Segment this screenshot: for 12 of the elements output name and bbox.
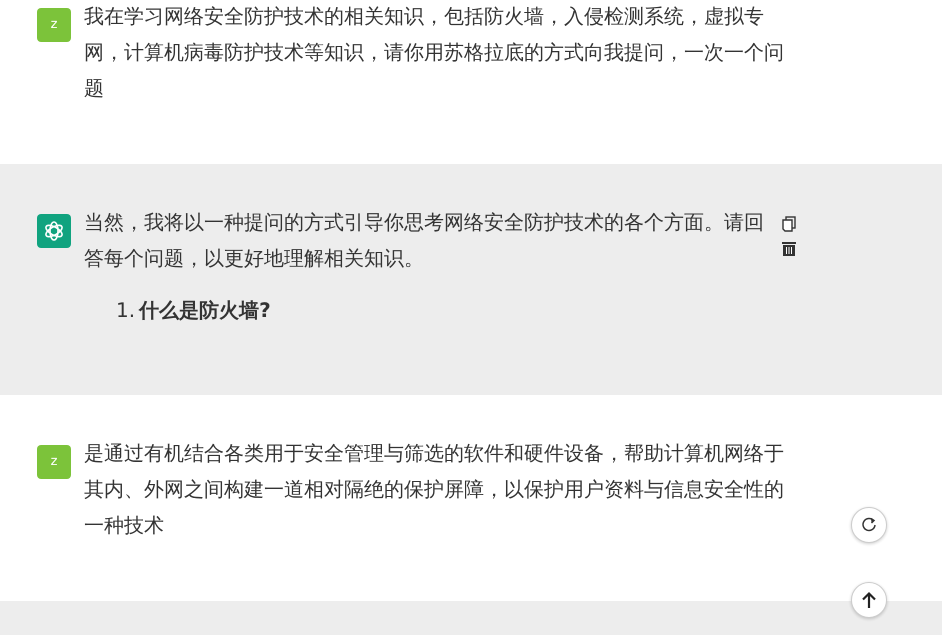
user-avatar: z [37, 8, 71, 42]
arrow-up-icon [861, 591, 877, 609]
user-avatar: z [37, 445, 71, 479]
refresh-icon [860, 516, 878, 534]
list-number: 1. [116, 297, 136, 324]
delete-icon[interactable] [782, 242, 796, 256]
message-text: 当然，我将以一种提问的方式引导你思考网络安全防护技术的各个方面。请回答每个问题，以更好地理解相关知识。 [84, 209, 765, 272]
logo-icon [42, 219, 66, 243]
message-text: 我在学习网络安全防护技术的相关知识，包括防火墙，入侵检测系统，虚拟专网，计算机病毒防护技术等知识，请你用苏格拉底的方式向我提问，一次一个问题 [84, 3, 785, 102]
list-item-text: 什么是防火墙? [139, 297, 271, 324]
message-text: 是通过有机结合各类用于安全管理与筛选的软件和硬件设备，帮助计算机网络于其内、外网之间构建一道相对隔绝的保护屏障，以保护用户资料与信息安全性的一种技术 [84, 440, 785, 539]
copy-icon[interactable] [782, 216, 796, 232]
